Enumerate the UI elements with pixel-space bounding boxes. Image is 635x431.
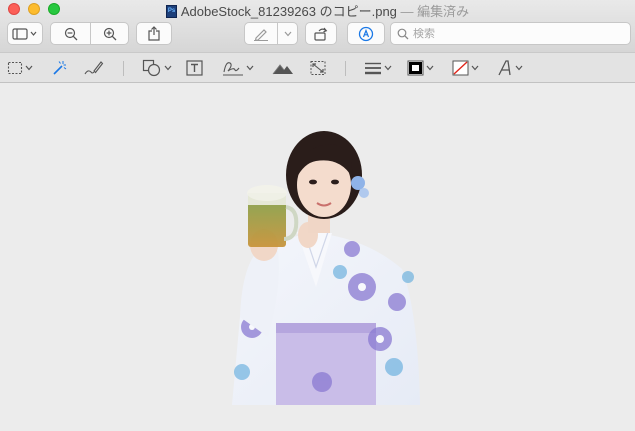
text-style-tool[interactable]	[497, 58, 523, 78]
sketch-icon	[84, 61, 104, 75]
image-canvas[interactable]	[0, 83, 635, 431]
chevron-down-icon	[515, 65, 523, 71]
shape-style-tool[interactable]	[364, 58, 392, 78]
zoom-in-icon	[103, 27, 116, 40]
border-color-icon	[407, 60, 424, 76]
adjust-size-icon	[310, 61, 326, 75]
markup-pen-button[interactable]	[244, 22, 278, 45]
document-image[interactable]	[212, 127, 424, 405]
adjust-color-icon	[272, 64, 293, 75]
adjust-color-tool[interactable]	[272, 58, 294, 78]
sketch-tool[interactable]	[84, 58, 104, 78]
shapes-icon	[142, 59, 161, 77]
selection-tool[interactable]	[7, 58, 33, 78]
zoom-out-icon	[64, 27, 77, 40]
chevron-down-icon	[284, 31, 291, 36]
title-status: 編集済み	[417, 4, 470, 19]
adjust-size-tool[interactable]	[309, 58, 327, 78]
toolbar-separator	[123, 61, 124, 76]
rotate-icon	[314, 27, 328, 41]
sign-tool[interactable]	[222, 58, 254, 78]
zoom-in-button[interactable]	[91, 22, 129, 45]
line-style-icon	[365, 62, 381, 75]
rectangular-selection-icon	[7, 61, 23, 75]
instant-alpha-tool[interactable]	[50, 58, 68, 78]
search-field[interactable]	[390, 22, 631, 45]
text-style-icon	[498, 60, 511, 76]
chevron-down-icon	[25, 65, 33, 71]
document-icon	[165, 5, 177, 18]
title-separator: —	[396, 4, 418, 19]
markup-toolbar-button[interactable]	[347, 22, 385, 45]
markup-icon	[358, 26, 374, 41]
chevron-down-icon	[426, 65, 434, 71]
zoom-out-button[interactable]	[50, 22, 91, 45]
share-button[interactable]	[136, 22, 172, 45]
markup-toolbar	[0, 52, 635, 83]
fill-color-tool[interactable]	[452, 58, 479, 78]
pen-dropdown-button[interactable]	[278, 22, 298, 45]
magic-wand-icon	[53, 61, 67, 75]
chevron-down-icon	[164, 65, 172, 71]
fill-color-icon	[452, 60, 469, 76]
share-icon	[148, 26, 160, 41]
shapes-tool[interactable]	[142, 58, 172, 78]
border-color-tool[interactable]	[407, 58, 434, 78]
window-title: AdobeStock_81239263 のコピー.png — 編集済み	[0, 1, 635, 20]
title-filename: AdobeStock_81239263 のコピー.png	[180, 4, 397, 19]
sidebar-button[interactable]	[7, 22, 43, 45]
chevron-down-icon	[471, 65, 479, 71]
rotate-button[interactable]	[305, 22, 337, 45]
sidebar-icon	[12, 27, 37, 40]
text-tool[interactable]	[186, 58, 203, 78]
title-bar: AdobeStock_81239263 のコピー.png — 編集済み	[0, 0, 635, 52]
toolbar-separator	[345, 61, 346, 76]
text-box-icon	[186, 60, 203, 76]
chevron-down-icon	[246, 65, 254, 71]
signature-icon	[223, 62, 243, 76]
chevron-down-icon	[384, 65, 392, 71]
search-input[interactable]	[413, 27, 613, 40]
pen-icon	[254, 28, 268, 41]
search-icon	[397, 28, 409, 39]
preview-window: AdobeStock_81239263 のコピー.png — 編集済み	[0, 0, 635, 431]
